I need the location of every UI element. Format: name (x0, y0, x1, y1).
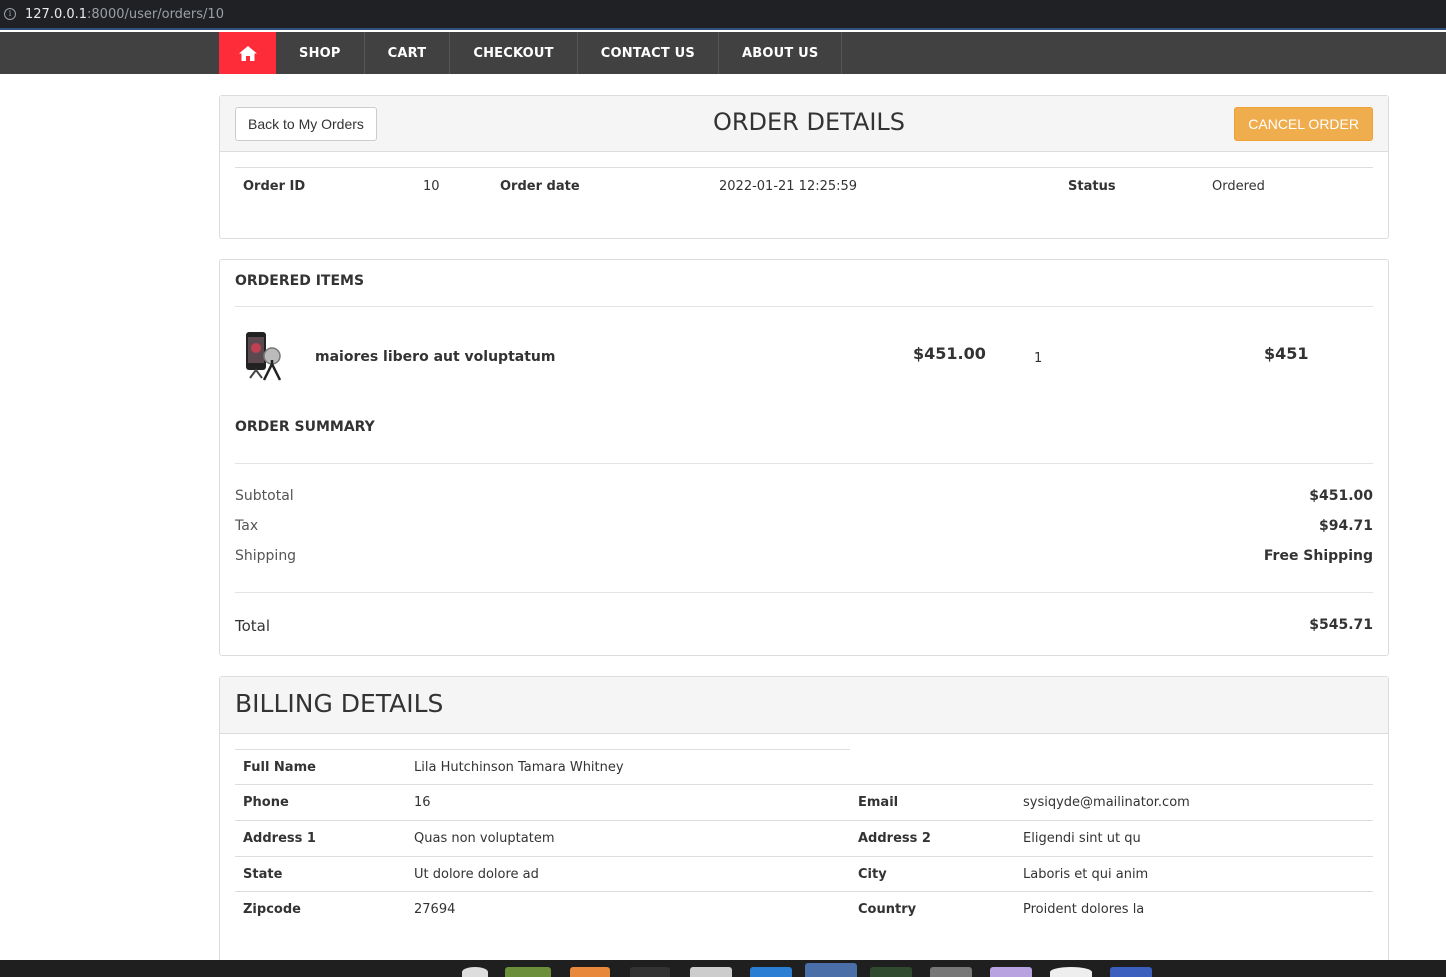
phone-value: 16 (414, 795, 431, 810)
order-details-panel: ORDER DETAILS Back to My Orders CANCEL O… (219, 95, 1389, 239)
nav-about-us[interactable]: ABOUT US (719, 32, 843, 74)
item-total: $451 (1264, 344, 1309, 363)
tax-value: $94.71 (1318, 518, 1373, 534)
dock-app-icon[interactable] (930, 967, 972, 977)
order-date-value: 2022-01-21 12:25:59 (719, 179, 858, 194)
city-label: City (858, 867, 887, 882)
dock-app-icon[interactable] (805, 963, 857, 977)
address1-value: Quas non voluptatem (414, 831, 555, 846)
dock-app-icon[interactable] (1110, 967, 1152, 977)
url-text[interactable]: 127.0.0.1:8000/user/orders/10 (25, 7, 224, 22)
full-name-value: Lila Hutchinson Tamara Whitney (414, 760, 624, 775)
nav-home-button[interactable] (219, 32, 276, 74)
email-label: Email (858, 795, 899, 810)
city-value: Laboris et qui anim (1023, 867, 1149, 882)
nav-contact-us[interactable]: CONTACT US (578, 32, 719, 74)
nav-cart[interactable]: CART (365, 32, 451, 74)
item-quantity: 1 (1034, 351, 1043, 366)
page-title: ORDER DETAILS (712, 108, 906, 136)
divider (235, 592, 1373, 593)
tax-label: Tax (235, 518, 259, 534)
order-date-label: Order date (500, 179, 580, 194)
order-summary-title: ORDER SUMMARY (235, 419, 375, 435)
total-value: $545.71 (1309, 617, 1373, 633)
email-value: sysiqyde@mailinator.com (1023, 795, 1190, 810)
dock-app-icon[interactable] (690, 967, 732, 977)
shipping-value: Free Shipping (1263, 548, 1373, 564)
product-thumbnail[interactable] (242, 330, 288, 382)
ordered-items-title: ORDERED ITEMS (235, 273, 365, 289)
billing-title: BILLING DETAILS (235, 689, 444, 718)
zipcode-label: Zipcode (243, 902, 301, 917)
item-price: $451.00 (913, 344, 986, 363)
state-label: State (243, 867, 283, 882)
dock-app-icon[interactable] (990, 967, 1032, 977)
phone-label: Phone (243, 795, 289, 810)
shipping-label: Shipping (235, 548, 297, 564)
order-status-label: Status (1068, 179, 1116, 194)
total-label: Total (235, 617, 271, 635)
table-row: Address 1 Quas non voluptatem Address 2 … (235, 820, 1373, 856)
nav-checkout[interactable]: CHECKOUT (450, 32, 578, 74)
info-icon[interactable]: i (4, 8, 16, 20)
address2-label: Address 2 (858, 831, 931, 846)
table-row: State Ut dolore dolore ad City Laboris e… (235, 856, 1373, 892)
billing-details-panel: BILLING DETAILS Full Name Lila Hutchinso… (219, 676, 1389, 976)
state-value: Ut dolore dolore ad (414, 867, 539, 882)
divider (235, 306, 1373, 307)
dock-app-icon[interactable] (630, 967, 670, 977)
address1-label: Address 1 (243, 831, 316, 846)
subtotal-value: $451.00 (1309, 488, 1373, 504)
dock-app-icon[interactable] (462, 967, 488, 977)
dock-app-icon[interactable] (570, 967, 610, 977)
address2-value: Eligendi sint ut qu (1023, 831, 1141, 846)
order-status-value: Ordered (1212, 179, 1265, 194)
dock-app-icon[interactable] (870, 967, 912, 977)
dock-app-icon[interactable] (750, 967, 792, 977)
subtotal-label: Subtotal (235, 488, 294, 504)
billing-header: BILLING DETAILS (220, 677, 1388, 734)
table-row: Full Name Lila Hutchinson Tamara Whitney (235, 749, 850, 785)
dock-app-icon[interactable] (1050, 967, 1092, 977)
order-id-value: 10 (423, 179, 440, 194)
table-row: Zipcode 27694 Country Proident dolores l… (235, 891, 1373, 927)
os-dock (0, 960, 1446, 977)
order-details-header: ORDER DETAILS Back to My Orders CANCEL O… (220, 96, 1388, 152)
ordered-items-panel: ORDERED ITEMS maiores libero aut volupta… (219, 259, 1389, 656)
dock-app-icon[interactable] (505, 967, 551, 977)
cancel-order-button[interactable]: CANCEL ORDER (1234, 107, 1373, 141)
full-name-label: Full Name (243, 760, 316, 775)
home-icon (238, 45, 257, 61)
divider (235, 463, 1373, 464)
main-nav: SHOP CART CHECKOUT CONTACT US ABOUT US (0, 32, 1446, 74)
order-id-label: Order ID (243, 179, 306, 194)
browser-address-bar[interactable]: i 127.0.0.1:8000/user/orders/10 (0, 0, 1446, 30)
item-name[interactable]: maiores libero aut voluptatum (315, 349, 555, 365)
country-label: Country (858, 902, 917, 917)
nav-shop[interactable]: SHOP (276, 32, 365, 74)
country-value: Proident dolores la (1023, 902, 1145, 917)
order-info-row: Order ID 10 Order date 2022-01-21 12:25:… (235, 167, 1373, 203)
table-row: Phone 16 Email sysiqyde@mailinator.com (235, 784, 1373, 820)
back-to-orders-button[interactable]: Back to My Orders (235, 107, 377, 141)
zipcode-value: 27694 (414, 902, 456, 917)
